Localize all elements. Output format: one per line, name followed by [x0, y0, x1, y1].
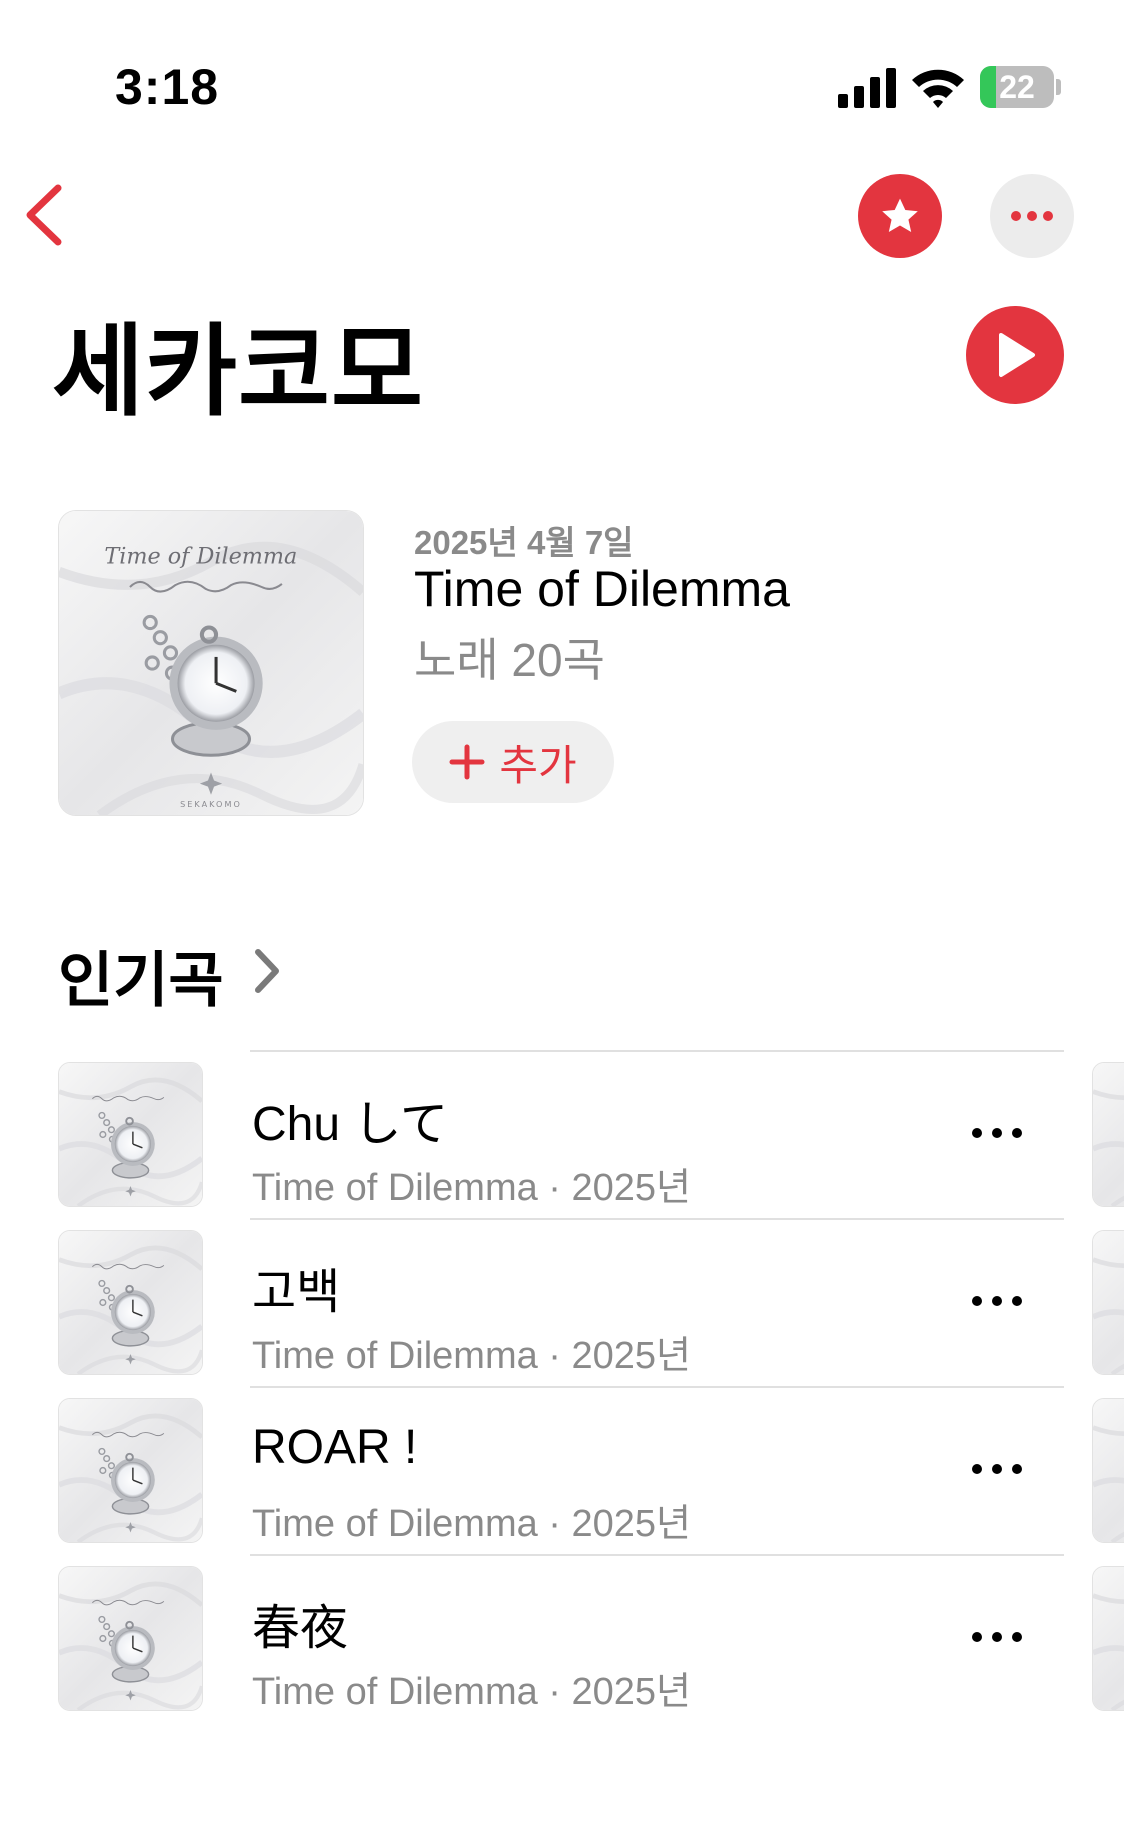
ellipsis-icon[interactable]	[970, 1118, 1024, 1148]
row-divider	[250, 1386, 1064, 1388]
add-button[interactable]: 추가	[412, 721, 614, 803]
status-time: 3:18	[115, 59, 220, 115]
song-row[interactable]: Chu して Time of Dilemma · 2025년	[0, 1050, 1124, 1218]
song-artwork	[58, 1398, 203, 1543]
release-track-count: 노래 20곡	[414, 634, 605, 686]
next-column-artwork	[1092, 1062, 1124, 1207]
play-button[interactable]	[966, 306, 1064, 404]
add-button-label: 추가	[499, 741, 577, 789]
star-icon	[882, 198, 918, 232]
battery-level: 22	[999, 69, 1035, 105]
song-row[interactable]: 고백 Time of Dilemma · 2025년	[0, 1218, 1124, 1386]
row-divider	[250, 1554, 1064, 1556]
song-row[interactable]: ROAR ! Time of Dilemma · 2025년	[0, 1386, 1124, 1554]
song-subtitle: Time of Dilemma · 2025년	[252, 1503, 692, 1545]
artist-name: 세카코모	[52, 316, 424, 428]
battery-indicator: 22	[980, 66, 1062, 108]
song-artwork	[58, 1062, 203, 1207]
song-subtitle: Time of Dilemma · 2025년	[252, 1167, 692, 1209]
release-date: 2025년 4월 7일	[414, 524, 634, 561]
top-songs-heading[interactable]: 인기곡	[58, 932, 224, 1019]
ellipsis-icon[interactable]	[970, 1454, 1024, 1484]
ellipsis-icon	[1011, 211, 1053, 221]
next-column-artwork	[1092, 1230, 1124, 1375]
cover-brand-text: SEKAKOMO	[180, 799, 242, 809]
song-title: 고백	[252, 1266, 341, 1319]
back-button[interactable]	[20, 180, 70, 250]
song-title: Chu して	[252, 1098, 448, 1151]
ellipsis-icon[interactable]	[970, 1286, 1024, 1316]
chevron-left-icon	[26, 184, 62, 246]
row-divider	[250, 1218, 1064, 1220]
song-row[interactable]: 春夜 Time of Dilemma · 2025년	[0, 1554, 1124, 1722]
latest-release-cover[interactable]: Time of Dilemma SEKAKOMO	[58, 510, 364, 816]
cellular-signal-icon	[838, 68, 896, 108]
next-column-artwork	[1092, 1566, 1124, 1711]
release-title[interactable]: Time of Dilemma	[414, 560, 790, 618]
ellipsis-icon[interactable]	[970, 1622, 1024, 1652]
song-artwork	[58, 1566, 203, 1711]
song-subtitle: Time of Dilemma · 2025년	[252, 1335, 692, 1377]
song-title: ROAR !	[252, 1421, 418, 1474]
song-subtitle: Time of Dilemma · 2025년	[252, 1671, 692, 1713]
wifi-icon	[912, 69, 964, 108]
play-icon	[999, 333, 1035, 377]
cover-title-text: Time of Dilemma	[104, 544, 297, 570]
next-column-artwork	[1092, 1398, 1124, 1543]
more-options-button[interactable]	[990, 174, 1074, 258]
row-divider	[250, 1050, 1064, 1052]
favorite-button[interactable]	[858, 174, 942, 258]
song-title: 春夜	[252, 1602, 349, 1655]
plus-icon	[449, 744, 485, 780]
chevron-right-icon[interactable]	[252, 946, 282, 996]
song-artwork	[58, 1230, 203, 1375]
